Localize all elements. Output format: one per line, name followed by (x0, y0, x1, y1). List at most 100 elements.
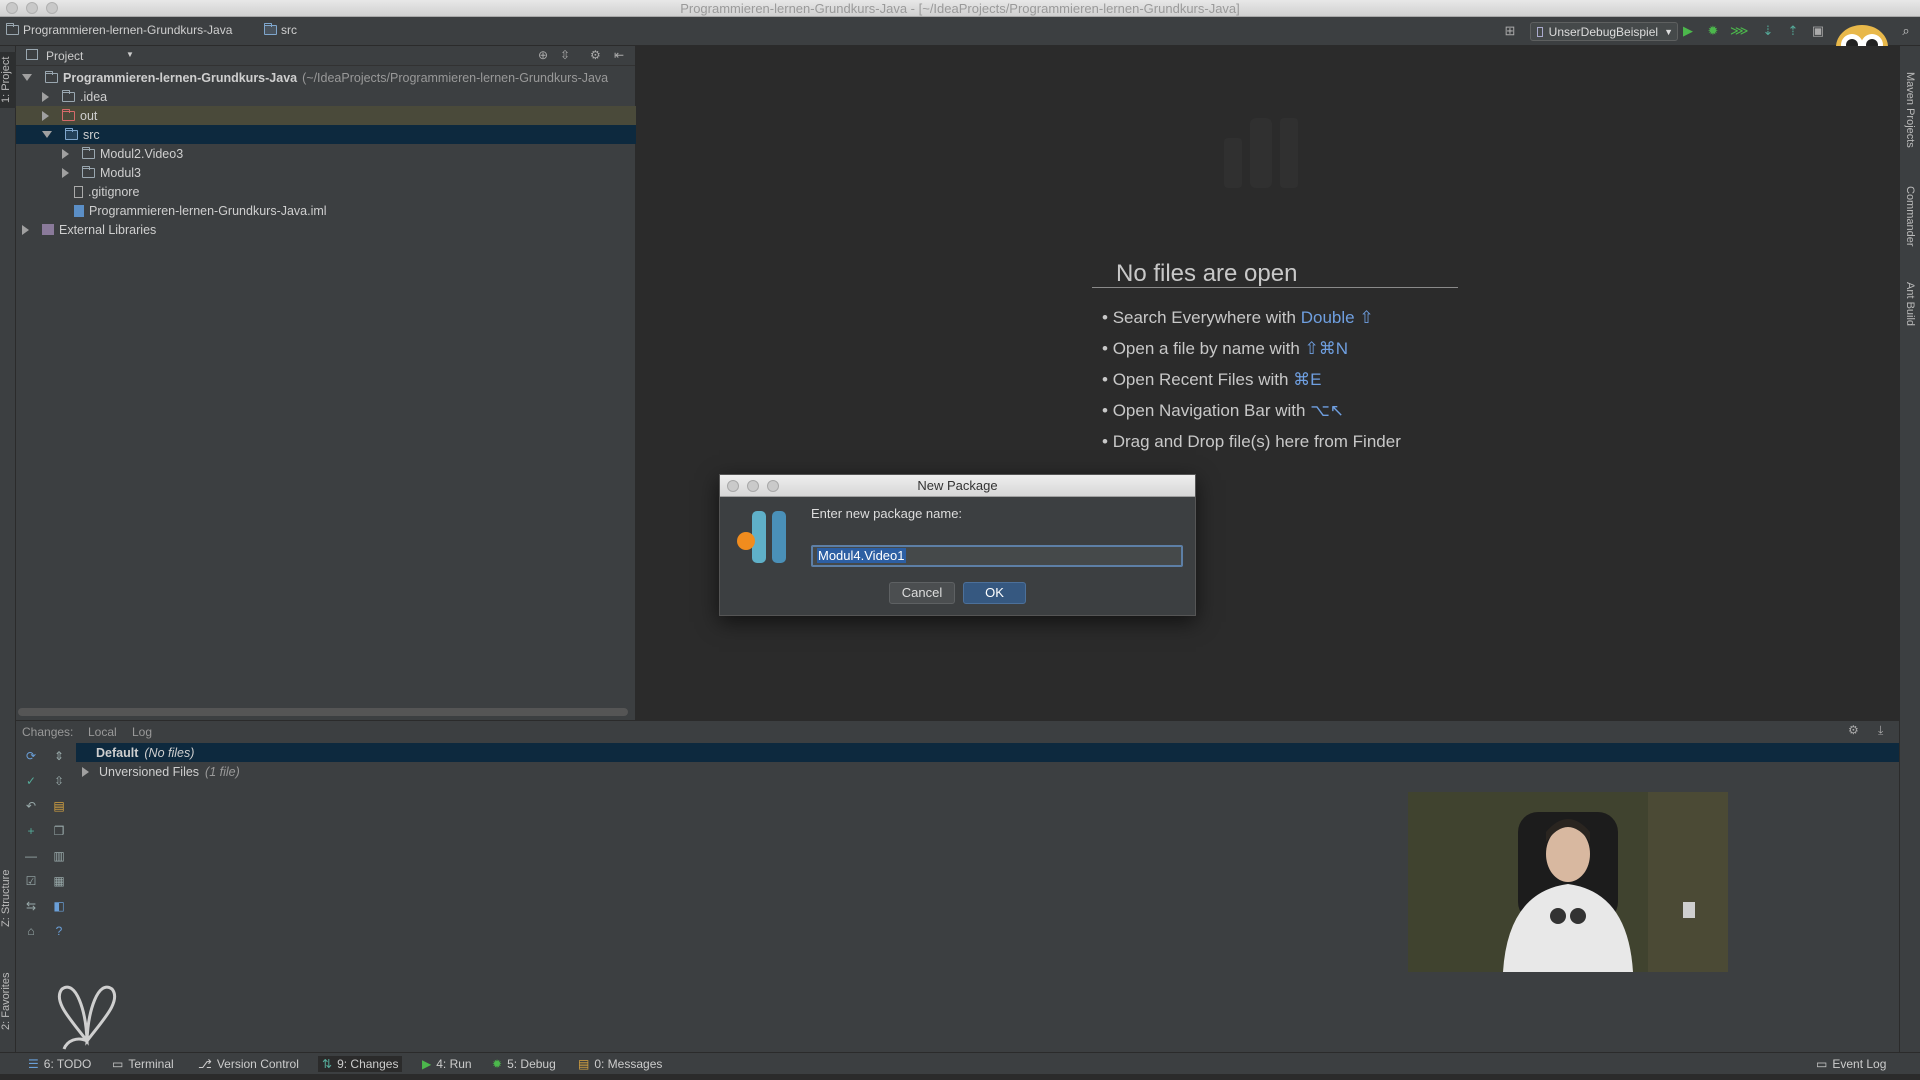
dialog-window-controls[interactable] (727, 480, 779, 492)
dialog-minimize-button[interactable] (747, 480, 759, 492)
breadcrumb-src[interactable]: src (264, 23, 297, 37)
tree-item-modul3[interactable]: Modul3 (16, 163, 636, 182)
hint-open-file: • Open a file by name with ⇧⌘N (1102, 339, 1349, 358)
chevron-down-icon[interactable]: ▼ (126, 50, 134, 59)
tree-item-iml[interactable]: Programmieren-lernen-Grundkurs-Java.iml (16, 201, 636, 220)
ok-button[interactable]: OK (963, 582, 1026, 604)
vcs-update-icon[interactable]: ⇣ (1760, 23, 1776, 39)
intellij-logo-icon (737, 511, 786, 563)
collapse-arrow-icon[interactable] (22, 224, 29, 235)
collapse-arrow-icon[interactable] (82, 766, 89, 777)
libraries-icon (42, 224, 54, 235)
tab-log[interactable]: Log (132, 725, 152, 739)
project-structure-icon[interactable]: ⊞ (1502, 23, 1518, 39)
hint-text: Open Recent Files with (1112, 370, 1289, 389)
tab-project[interactable]: 1: Project (0, 52, 16, 108)
search-everywhere-icon[interactable]: ⌕ (1898, 23, 1914, 39)
tree-item-out[interactable]: out (16, 106, 636, 125)
coverage-icon[interactable]: ⋙ (1730, 23, 1749, 39)
editor-area: No files are open • Search Everywhere wi… (636, 46, 1899, 720)
move-to-changelist-icon[interactable]: ⇆ (24, 899, 38, 913)
breadcrumb-project-label: Programmieren-lernen-Grundkurs-Java (23, 23, 233, 37)
package-name-input[interactable]: Modul4.Video1 (811, 545, 1183, 567)
group-by-icon[interactable]: ▦ (52, 874, 66, 888)
diff-icon[interactable]: ▥ (52, 849, 66, 863)
tab-favorites[interactable]: 2: Favorites (0, 958, 16, 1044)
tree-item-external-libraries[interactable]: External Libraries (16, 220, 636, 239)
tree-item-project-root[interactable]: Programmieren-lernen-Grundkurs-Java (~/I… (16, 68, 636, 87)
tab-ant-build[interactable]: Ant Build (1904, 282, 1916, 352)
expand-all-icon[interactable]: ⇕ (52, 749, 66, 763)
refresh-icon[interactable]: ⟳ (24, 749, 38, 763)
collapse-arrow-icon[interactable] (42, 91, 49, 102)
right-tool-strip: Maven Projects Commander Ant Build (1899, 46, 1920, 1052)
tab-maven-projects[interactable]: Maven Projects (1904, 72, 1916, 172)
run-icon[interactable]: ▶ (1680, 23, 1696, 39)
file-icon (74, 185, 83, 198)
remove-changelist-icon[interactable]: — (24, 849, 38, 863)
tool-window-bar: ☰ 6: TODO ▭ Terminal ⎇ Version Control ⇅… (0, 1052, 1920, 1074)
vcs-commit-icon[interactable]: ⇡ (1785, 23, 1801, 39)
horizontal-scrollbar[interactable] (18, 708, 628, 716)
tab-local[interactable]: Local (88, 725, 117, 739)
tab-debug[interactable]: ✹ 5: Debug (488, 1056, 560, 1072)
expand-arrow-icon[interactable] (22, 74, 32, 81)
tree-item-gitignore[interactable]: .gitignore (16, 182, 636, 201)
expand-arrow-icon[interactable] (42, 131, 52, 138)
lock-icon[interactable]: ⌂ (24, 924, 38, 938)
gear-icon[interactable]: ⚙ (1848, 723, 1859, 737)
scroll-from-source-icon[interactable]: ⊕ (538, 48, 548, 62)
collapse-arrow-icon[interactable] (62, 167, 69, 178)
tab-todo[interactable]: ☰ 6: TODO (24, 1056, 95, 1072)
hide-panel-icon[interactable]: ⤓ (1878, 723, 1883, 738)
tab-changes[interactable]: ⇅ 9: Changes (318, 1056, 403, 1072)
cancel-button[interactable]: Cancel (889, 582, 955, 604)
tab-commander[interactable]: Commander (1904, 186, 1916, 266)
tab-messages[interactable]: ▤ 0: Messages (574, 1056, 666, 1072)
changelist-default[interactable]: Default (No files) (76, 743, 1899, 762)
source-folder-icon (65, 127, 78, 140)
commit-icon[interactable]: ✓ (24, 774, 38, 788)
tab-run[interactable]: ▶ 4: Run (418, 1056, 476, 1072)
collapse-arrow-icon[interactable] (62, 148, 69, 159)
new-changelist-icon[interactable]: + (24, 824, 38, 838)
source-folder-icon (264, 23, 277, 35)
tab-debug-label: 5: Debug (507, 1057, 556, 1071)
changelist-unversioned[interactable]: Unversioned Files (1 file) (76, 762, 1899, 781)
debug-icon[interactable]: ✹ (1705, 23, 1721, 39)
hide-panel-icon[interactable]: ⇤ (614, 48, 624, 62)
run-configuration-select[interactable]: UnserDebugBeispiel ▼ (1530, 22, 1678, 41)
dialog-title: New Package (917, 478, 998, 493)
shelve-icon[interactable]: ▤ (52, 799, 66, 813)
tree-item-label: out (80, 108, 98, 123)
preview-diff-icon[interactable]: ◧ (52, 899, 66, 913)
folder-icon (62, 89, 75, 102)
tree-item-src[interactable]: src (16, 125, 636, 144)
sdk-manager-icon[interactable]: ▣ (1810, 23, 1826, 39)
copy-icon[interactable]: ❐ (52, 824, 66, 838)
help-icon[interactable]: ? (52, 924, 66, 938)
rollback-icon[interactable]: ↶ (24, 799, 38, 813)
tree-item-label: Modul3 (100, 165, 141, 180)
hint-recent-files: • Open Recent Files with ⌘E (1102, 370, 1322, 389)
set-active-icon[interactable]: ☑ (24, 874, 38, 888)
gear-icon[interactable]: ⚙ (590, 48, 601, 62)
tree-item-idea[interactable]: .idea (16, 87, 636, 106)
tab-structure[interactable]: Z: Structure (0, 858, 16, 938)
hint-text: Open a file by name with (1112, 339, 1300, 358)
dialog-zoom-button[interactable] (767, 480, 779, 492)
tab-version-control[interactable]: ⎇ Version Control (194, 1056, 303, 1072)
collapse-arrow-icon[interactable] (42, 110, 49, 121)
collapse-all-icon[interactable]: ⇳ (560, 48, 570, 62)
tab-event-log[interactable]: ▭ Event Log (1812, 1056, 1890, 1072)
tree-item-modul2-video3[interactable]: Modul2.Video3 (16, 144, 636, 163)
tab-terminal[interactable]: ▭ Terminal (108, 1056, 178, 1072)
dialog-close-button[interactable] (727, 480, 739, 492)
tab-version-control-label: Version Control (216, 1057, 299, 1071)
collapse-all-icon[interactable]: ⇳ (52, 774, 66, 788)
breadcrumb-project[interactable]: Programmieren-lernen-Grundkurs-Java (6, 23, 232, 37)
hint-shortcut: ⇧⌘N (1304, 339, 1349, 358)
hint-search-everywhere: • Search Everywhere with Double ⇧ (1102, 308, 1374, 327)
debug-icon: ✹ (492, 1057, 503, 1071)
project-view-select[interactable]: Project (46, 49, 83, 63)
